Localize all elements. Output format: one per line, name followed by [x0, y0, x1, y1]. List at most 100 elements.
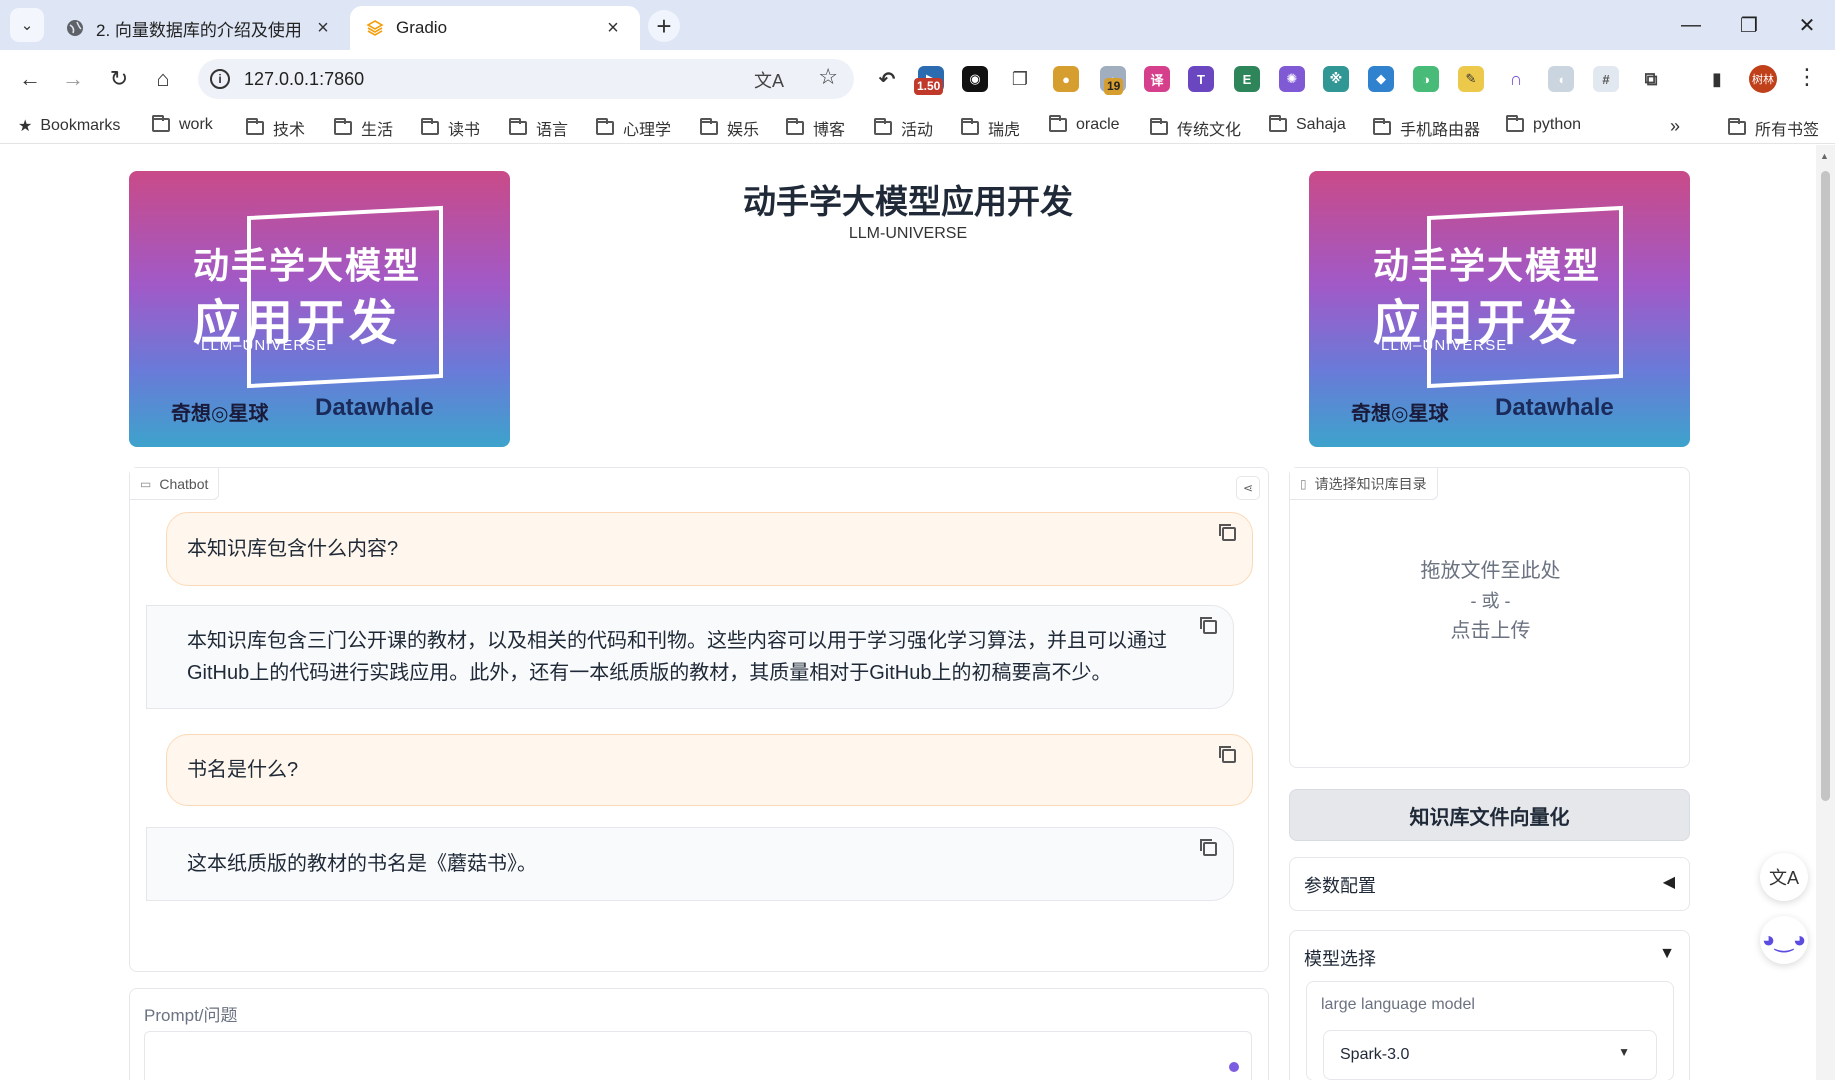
copy-icon[interactable] — [1200, 839, 1217, 856]
assistant-float-button[interactable]: ◕‿◕ — [1760, 916, 1808, 964]
copy-icon[interactable] — [1219, 746, 1236, 763]
undo-extension-icon[interactable]: ↶ — [874, 66, 900, 92]
drop-or-text: - 或 - — [1470, 591, 1511, 611]
bookmarks-label: Bookmarks — [40, 117, 121, 134]
banner-sub: LLM–UNIVERSE — [201, 337, 328, 354]
bookmark-folder[interactable]: 语言 — [509, 116, 568, 140]
bookmark-star-icon[interactable]: ☆ — [818, 64, 838, 90]
folder-icon — [1150, 118, 1168, 135]
pattern-extension-icon[interactable]: ※ — [1323, 66, 1349, 92]
address-bar[interactable]: i 127.0.0.1:7860 文A ☆ — [198, 59, 854, 99]
grid-extension-icon[interactable]: # — [1593, 66, 1619, 92]
bookmark-folder[interactable]: 读书 — [421, 116, 480, 140]
bookmark-folder[interactable]: 手机路由器 — [1373, 116, 1480, 140]
folder-icon — [596, 118, 614, 135]
bookmark-folder[interactable]: 娱乐 — [700, 116, 759, 140]
folder-icon — [152, 115, 170, 132]
prompt-label: Prompt/问题 — [144, 1006, 238, 1025]
curve-extension-icon[interactable]: ∩ — [1503, 66, 1529, 92]
folder-label: 读书 — [448, 122, 481, 139]
close-window-button[interactable]: ✕ — [1780, 0, 1834, 50]
arrow-left-icon: ← — [19, 66, 41, 91]
more-bookmarks-button[interactable]: » — [1670, 116, 1680, 137]
pencil-extension-icon[interactable]: ✎ — [1458, 66, 1484, 92]
llm-dropdown[interactable]: Spark-3.0 ▼ — [1323, 1030, 1657, 1080]
globe-icon — [67, 20, 83, 36]
share-icon: ⋖ — [1242, 481, 1254, 495]
scroll-up-icon[interactable]: ▲ — [1820, 151, 1829, 161]
forward-button[interactable]: → — [58, 64, 88, 94]
bookmark-folder[interactable]: 瑞虎 — [961, 116, 1020, 140]
home-button[interactable]: ⌂ — [148, 64, 178, 94]
tab-gradio[interactable]: Gradio × — [350, 6, 640, 50]
folder-label: python — [1533, 116, 1582, 133]
status-dot — [1229, 1062, 1239, 1072]
cookie-extension-icon[interactable]: ● — [1053, 66, 1079, 92]
profile-label: 树林 — [1752, 74, 1774, 86]
prompt-input[interactable] — [144, 1031, 1252, 1080]
leaf-extension-icon[interactable]: ◑ — [1413, 66, 1439, 92]
close-icon[interactable]: × — [312, 17, 334, 40]
folder-icon — [786, 118, 804, 135]
back-button[interactable]: ← — [15, 64, 45, 94]
tab-search-button[interactable]: ⌄ — [10, 8, 44, 42]
diamond-extension-icon[interactable]: ◆ — [1368, 66, 1394, 92]
upload-dropzone[interactable]: 拖放文件至此处 - 或 - 点击上传 — [1290, 556, 1691, 646]
tab-vector-db[interactable]: 2. 向量数据库的介绍及使用 × — [50, 6, 350, 50]
folder-icon — [246, 118, 264, 135]
share-button[interactable]: ⋖ — [1236, 476, 1260, 500]
folder-label: 语言 — [536, 122, 569, 139]
bookmarks-button[interactable]: ★ Bookmarks — [18, 116, 120, 136]
chat-bubble-icon: ▭ — [140, 476, 152, 491]
bookmark-folder[interactable]: 博客 — [786, 116, 845, 140]
t-extension-icon[interactable]: T — [1188, 66, 1214, 92]
bookmark-folder[interactable]: 活动 — [874, 116, 933, 140]
reload-button[interactable]: ↻ — [104, 64, 134, 94]
puzzle-icon[interactable]: ⧉ — [1638, 66, 1664, 92]
copy-icon[interactable] — [1200, 617, 1217, 634]
scrollbar-thumb[interactable] — [1821, 171, 1830, 801]
side-panel-icon[interactable]: ▮ — [1704, 66, 1730, 92]
copy-extension-icon[interactable]: ❐ — [1007, 66, 1033, 92]
page-scrollbar[interactable]: ▲ — [1816, 145, 1835, 1080]
model-accordion[interactable]: 模型选择 ▼ large language model Spark-3.0 ▼ — [1289, 930, 1690, 1080]
bookmark-folder[interactable]: oracle — [1049, 115, 1120, 134]
bookmark-folder[interactable]: python — [1506, 115, 1582, 134]
file-icon: ▯ — [1300, 476, 1307, 491]
all-bookmarks-folder[interactable]: 所有书签 — [1728, 116, 1819, 140]
translate-icon[interactable]: 文A — [754, 67, 784, 93]
menu-kebab-icon[interactable]: ⋮ — [1796, 64, 1818, 90]
bookmark-folder[interactable]: 技术 — [246, 116, 305, 140]
brain-extension-icon[interactable]: ✺ — [1279, 66, 1305, 92]
dropdown-caret-icon: ▼ — [1618, 1045, 1630, 1059]
translate-float-button[interactable]: 文A — [1760, 853, 1808, 901]
model-accordion-title: 模型选择 — [1304, 949, 1376, 969]
folder-label: 传统文化 — [1177, 122, 1242, 139]
bot-message: 本知识库包含三门公开课的教材，以及相关的代码和刊物。这些内容可以用于学习强化学习… — [146, 605, 1234, 709]
bookmark-folder[interactable]: 心理学 — [596, 116, 671, 140]
bookmark-folder[interactable]: 生活 — [334, 116, 393, 140]
evernote-extension-icon[interactable]: E — [1234, 66, 1260, 92]
translate-extension-icon[interactable]: 译 — [1144, 66, 1170, 92]
bookmark-folder[interactable]: 传统文化 — [1150, 116, 1241, 140]
glasses-extension-icon[interactable]: ◉ — [962, 66, 988, 92]
close-icon[interactable]: × — [602, 17, 624, 40]
profile-avatar[interactable]: 树林 — [1749, 65, 1777, 93]
vectorize-button[interactable]: 知识库文件向量化 — [1289, 789, 1690, 841]
restore-button[interactable]: ❐ — [1722, 0, 1776, 50]
bot-message: 这本纸质版的教材的书名是《蘑菇书》。 — [146, 827, 1234, 901]
minimize-button[interactable]: — — [1664, 0, 1718, 50]
bookmark-folder[interactable]: work — [152, 115, 213, 134]
message-text: 本知识库包含什么内容? — [187, 538, 399, 560]
site-info-icon[interactable]: i — [210, 69, 230, 89]
url-text[interactable]: 127.0.0.1:7860 — [244, 69, 364, 90]
new-tab-button[interactable]: + — [648, 10, 680, 42]
params-accordion[interactable]: 参数配置 ◀ — [1289, 857, 1690, 911]
file-upload-panel[interactable]: ▯ 请选择知识库目录 拖放文件至此处 - 或 - 点击上传 — [1289, 467, 1690, 768]
shield-extension-icon[interactable]: ◖ — [1548, 66, 1574, 92]
star-icon: ★ — [18, 118, 33, 135]
tab-title: Gradio — [396, 18, 448, 37]
bookmark-folder[interactable]: Sahaja — [1269, 115, 1346, 134]
chatbot-panel: ▭ Chatbot ⋖ 本知识库包含什么内容? 本知识库包含三门公开课的教材，以… — [129, 467, 1269, 972]
copy-icon[interactable] — [1219, 524, 1236, 541]
